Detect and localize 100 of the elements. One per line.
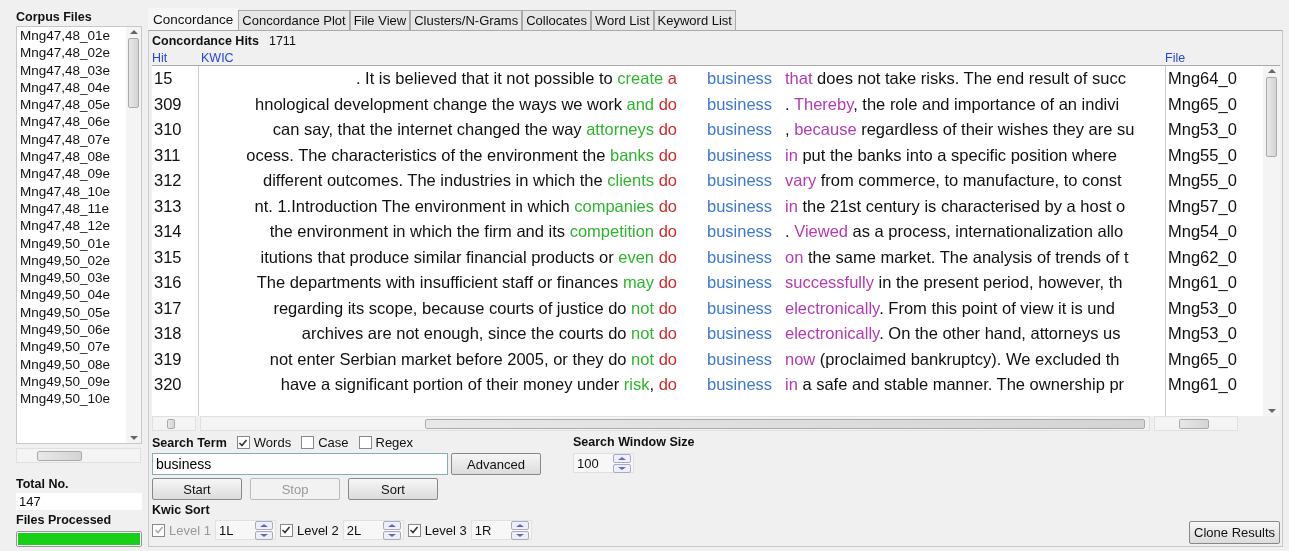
right-context: successfully in the present period, however, th [785, 272, 1124, 293]
file-item[interactable]: Mng47,48_02e [20, 44, 126, 62]
total-label: Total No. [16, 477, 70, 492]
hits-label: Concordance Hits [152, 34, 259, 48]
column-header[interactable]: Hit [152, 51, 168, 65]
file-item[interactable]: Mng47,48_05e [20, 96, 126, 114]
keyword: business [707, 221, 774, 242]
checkbox[interactable]: Level 3 [407, 522, 467, 538]
tab[interactable]: Keyword List [653, 10, 736, 30]
spinner-field[interactable]: 2L [342, 520, 404, 540]
hit-number: 311 [154, 144, 182, 166]
keyword: business [707, 170, 774, 191]
left-context: can say, that the internet changed the way attorneys do [271, 119, 677, 140]
tab[interactable]: Concordance [148, 8, 239, 30]
checkbox[interactable]: Level 2 [279, 522, 339, 538]
checkbox[interactable]: Case [301, 435, 349, 450]
search-field[interactable]: business [152, 453, 448, 475]
right-context: in a safe and stable manner. The ownership pr [785, 374, 1126, 395]
spinner-field[interactable]: 100 [573, 453, 634, 473]
tab[interactable]: Word List [590, 10, 654, 30]
file-name: Mng53_0 [1168, 323, 1238, 344]
scrollbar[interactable] [200, 416, 1150, 431]
keyword: business [707, 144, 774, 166]
scrollbar[interactable] [16, 448, 141, 464]
keyword: business [707, 323, 774, 344]
file-name: Mng54_0 [1168, 221, 1238, 242]
advanced-button[interactable]: Advanced [451, 453, 541, 475]
file-item[interactable]: Mng47,48_01e [20, 27, 126, 45]
keyword: business [707, 93, 774, 115]
column-header[interactable]: KWIC [201, 51, 234, 65]
left-context: have a significant portion of their money under risk, do [279, 374, 677, 395]
checkmark-icon [409, 525, 420, 535]
file-item[interactable]: Mng49,50_09e [20, 372, 126, 391]
file-item[interactable]: Mng47,48_09e [20, 165, 126, 183]
left-context: The departments with insufficient staff or finances may do [255, 272, 677, 293]
hit-number: 315 [154, 246, 183, 268]
hit-number: 310 [154, 119, 183, 140]
file-item[interactable]: Mng49,50_03e [20, 269, 126, 287]
file-item[interactable]: Mng47,48_12e [20, 217, 126, 235]
right-context: . Thereby, the role and importance of an indivi [785, 93, 1121, 115]
checkbox[interactable]: Words [236, 435, 292, 450]
file-name: Mng61_0 [1168, 374, 1238, 395]
checkmark-icon [238, 437, 249, 448]
keyword: business [707, 348, 774, 370]
search-term-label: Search Term [152, 435, 227, 450]
file-item[interactable]: Mng47,48_04e [20, 78, 126, 97]
scrollbar[interactable] [126, 27, 141, 444]
left-context: hnological development change the ways we work and do [254, 93, 677, 115]
left-context: nt. 1.Introduction The environment in which companies do [253, 195, 677, 217]
right-context: on the same market. The analysis of trends of t [785, 246, 1130, 268]
action-button[interactable]: Start [152, 478, 242, 500]
file-item[interactable]: Mng47,48_03e [20, 61, 126, 79]
file-item[interactable]: Mng47,48_06e [20, 113, 126, 131]
spinner-field[interactable]: 1R [470, 520, 532, 540]
hit-number: 309 [154, 93, 183, 115]
hit-number: 317 [154, 297, 183, 319]
right-context: in the 21st century is characterised by a host o [785, 195, 1127, 217]
file-item[interactable]: Mng47,48_11e [20, 199, 126, 218]
tab[interactable]: Concordance Plot [238, 10, 350, 30]
scrollbar[interactable] [1154, 416, 1238, 431]
file-name: Mng53_0 [1168, 297, 1238, 319]
kwic-sort-label: Kwic Sort [152, 503, 211, 517]
file-item[interactable]: Mng49,50_01e [20, 234, 126, 252]
file-name: Mng65_0 [1168, 93, 1238, 115]
scrollbar[interactable] [1263, 66, 1280, 416]
file-item[interactable]: Mng47,48_10e [20, 182, 126, 200]
tab[interactable]: File View [349, 10, 411, 30]
file-item[interactable]: Mng49,50_05e [20, 303, 126, 322]
keyword: business [707, 272, 774, 293]
file-item[interactable]: Mng47,48_07e [20, 130, 126, 149]
action-button[interactable]: Sort [348, 478, 438, 500]
left-context: itutions that produce similar financial products or even do [259, 246, 677, 268]
tab[interactable]: Clusters/N-Grams [410, 10, 523, 30]
file-item[interactable]: Mng49,50_06e [20, 321, 126, 339]
hit-number: 318 [154, 323, 183, 344]
file-item[interactable]: Mng49,50_07e [20, 338, 126, 356]
file-item[interactable]: Mng49,50_10e [20, 390, 126, 408]
column-header[interactable]: File [1165, 51, 1186, 65]
right-context: electronically. From this point of view it is und [785, 297, 1116, 319]
file-item[interactable]: Mng49,50_08e [20, 355, 126, 373]
right-context: electronically. On the other hand, attorneys us [785, 323, 1122, 344]
checkbox[interactable]: Regex [358, 435, 414, 450]
keyword: business [707, 246, 774, 268]
tab[interactable]: Collocates [522, 10, 591, 30]
right-context: vary from commerce, to manufacture, to const [785, 170, 1123, 191]
file-name: Mng65_0 [1168, 348, 1238, 370]
file-item[interactable]: Mng49,50_04e [20, 286, 126, 304]
scrollbar[interactable] [152, 416, 196, 431]
file-item[interactable]: Mng47,48_08e [20, 148, 126, 166]
left-context: . It is believed that it not possible to create a [354, 68, 677, 89]
keyword: business [707, 68, 774, 89]
checkmark-icon [281, 525, 292, 535]
left-context: different outcomes. The industries in which the clients do [262, 170, 677, 191]
file-item[interactable]: Mng49,50_02e [20, 251, 126, 270]
hit-number: 313 [154, 195, 183, 217]
progress-label: Files Processed [16, 513, 113, 528]
clone-results-button[interactable]: Clone Results [1189, 521, 1280, 544]
right-context: now (proclaimed bankruptcy). We excluded th [785, 348, 1121, 370]
hit-number: 312 [154, 170, 183, 191]
left-context: regarding its scope, because courts of justice do not do [272, 297, 677, 319]
